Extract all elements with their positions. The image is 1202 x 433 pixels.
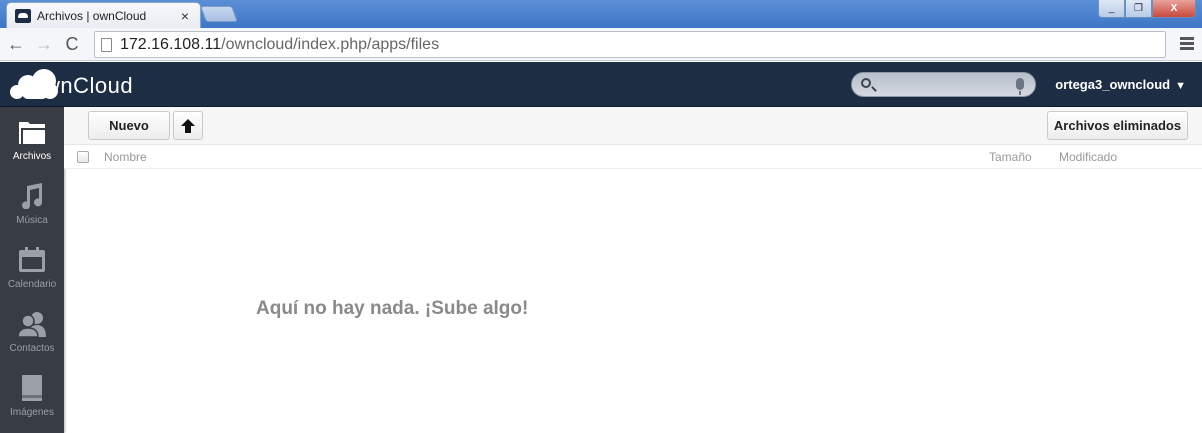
url-host: 172.16.108.11 [120,35,222,53]
nav-item-contactos[interactable]: Contactos [0,299,64,363]
window-close-button[interactable]: X [1152,0,1196,18]
calendar-icon [19,247,45,272]
owncloud-favicon-icon [15,8,31,23]
new-button[interactable]: Nuevo [88,111,170,140]
reload-button[interactable]: C [60,32,84,56]
nav-label: Contactos [9,343,55,354]
upload-arrow-icon [181,119,195,133]
search-icon [861,78,871,88]
nav-item-musica[interactable]: Música [0,171,64,235]
nav-label: Archivos [12,151,52,162]
app-navigation: Archivos Música Calendario Contactos Imá… [0,107,64,433]
url-text[interactable]: 172.16.108.11/owncloud/index.php/apps/fi… [120,36,439,54]
minimize-button[interactable]: _ [1098,0,1125,18]
nav-item-archivos[interactable]: Archivos [0,107,64,171]
nav-label: Imágenes [10,407,54,418]
contacts-icon [18,312,46,337]
browser-menu-icon[interactable] [1180,37,1194,52]
restore-button[interactable]: ❐ [1125,0,1152,18]
nav-label: Calendario [7,279,57,290]
music-note-icon [22,183,43,209]
deleted-files-button[interactable]: Archivos eliminados [1047,111,1188,140]
nav-item-imagenes[interactable]: Imágenes [0,363,64,427]
browser-tab[interactable]: Archivos | ownCloud × [6,2,201,28]
chevron-down-icon: ▼ [1175,80,1186,92]
search-box[interactable] [851,72,1036,97]
url-path: /owncloud/index.php/apps/files [221,35,440,53]
back-button[interactable]: ← [4,32,28,56]
column-size[interactable]: Tamaño [989,150,1032,164]
files-controls: Nuevo Archivos eliminados [64,107,1202,145]
image-icon [22,375,42,401]
page-icon [101,37,112,52]
upload-button[interactable] [173,111,203,140]
empty-content-message: Aquí no hay nada. ¡Sube algo! [256,298,529,319]
app-header: wnCloud ortega3_owncloud ▼ [0,62,1202,107]
folder-icon [19,122,45,144]
select-all-checkbox[interactable] [77,151,89,163]
tab-title: Archivos | ownCloud [37,8,147,23]
microphone-icon[interactable] [1016,78,1024,95]
address-bar[interactable]: 172.16.108.11/owncloud/index.php/apps/fi… [94,31,1166,58]
cloud-logo-icon [8,67,62,101]
user-menu[interactable]: ortega3_owncloud ▼ [1055,77,1186,92]
forward-button[interactable]: → [32,32,56,56]
browser-toolbar: ← → C 172.16.108.11/owncloud/index.php/a… [0,28,1202,61]
nav-item-calendario[interactable]: Calendario [0,235,64,299]
user-name: ortega3_owncloud [1055,77,1171,92]
browser-tabstrip: Archivos | ownCloud × _ ❐ X [0,0,1202,28]
column-name[interactable]: Nombre [104,150,147,164]
column-modified[interactable]: Modificado [1059,150,1117,164]
search-input[interactable] [880,73,1020,96]
nav-label: Música [16,215,48,226]
window-controls: _ ❐ X [1098,0,1196,18]
tab-close-icon[interactable]: × [178,9,192,23]
owncloud-logo[interactable]: wnCloud [8,67,133,101]
filelist-header: Nombre Tamaño Modificado [64,145,1202,169]
new-tab-button[interactable] [200,6,238,22]
